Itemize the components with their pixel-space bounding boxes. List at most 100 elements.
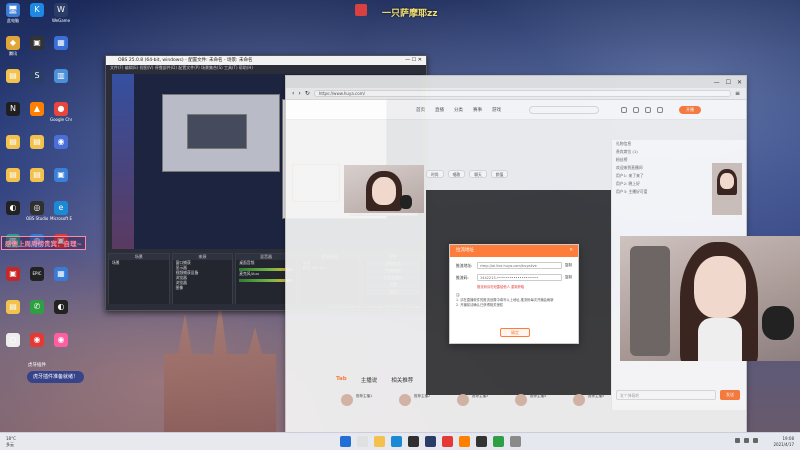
desktop-icon[interactable]: ▣ — [50, 168, 72, 183]
desktop-icon[interactable]: ▥ — [50, 69, 72, 84]
taskbar-app-icon[interactable] — [442, 436, 453, 447]
copy-button[interactable]: 复制 — [565, 275, 572, 280]
recommend-card[interactable]: 推荐主播5 — [573, 394, 621, 416]
close-icon[interactable]: ✕ — [569, 245, 573, 257]
clock[interactable]: 19:08 2021/4/17 — [773, 436, 794, 448]
refresh-icon[interactable]: ↻ — [305, 90, 310, 97]
desktop-icon[interactable]: ○ — [2, 333, 24, 348]
desktop-icon[interactable]: ✆ — [26, 300, 48, 315]
site-nav-item[interactable]: 游戏 — [492, 107, 501, 113]
room-tag[interactable]: 颜值 — [490, 170, 509, 178]
room-tag[interactable]: 聊天 — [469, 170, 487, 178]
app-icon: ▲ — [30, 102, 44, 116]
back-icon[interactable]: ‹ — [292, 90, 294, 97]
recommend-card[interactable]: 推荐主播2 — [399, 394, 447, 416]
desktop-icon[interactable]: ◉ — [50, 135, 72, 150]
taskbar-app-icon[interactable] — [374, 436, 385, 447]
volume-icon[interactable] — [744, 438, 749, 443]
recommend-card[interactable]: 推荐主播4 — [515, 394, 563, 416]
desktop-icon[interactable]: W WeGame — [50, 3, 72, 23]
maximize-icon[interactable]: ☐ — [726, 79, 731, 86]
stream-key-dialog[interactable]: 拉流地址 ✕ 推流地址: rtmp://al.live.huya.com/huya… — [449, 244, 579, 344]
recommend-card[interactable]: 推荐主播1 — [341, 394, 389, 416]
forward-icon[interactable]: › — [298, 90, 300, 97]
weather-widget[interactable]: 18°C 多云 — [6, 436, 16, 448]
desktop-icon[interactable]: N — [2, 102, 24, 117]
desktop-icon[interactable]: S — [26, 69, 48, 84]
desktop-icon-label: OBS Studio — [26, 216, 48, 221]
desktop-icon[interactable]: ▣ — [26, 36, 48, 51]
taskbar-app-icon[interactable] — [391, 436, 402, 447]
desktop-icon[interactable]: ●Google Chrome — [50, 102, 72, 122]
desktop-icon[interactable]: ▤ — [2, 69, 24, 84]
send-button[interactable]: 发送 — [720, 390, 740, 400]
stream-key-field[interactable]: 1442213-•••••••••••••••••••• — [477, 274, 562, 281]
desktop-icon[interactable]: ▤ — [2, 300, 24, 315]
minimize-icon[interactable]: — — [714, 79, 720, 86]
nested-obs — [187, 114, 247, 149]
desktop-icon[interactable]: EPIC — [26, 267, 48, 282]
push-url-field[interactable]: rtmp://al.live.huya.com/huyalive — [477, 262, 562, 269]
site-search[interactable] — [529, 105, 599, 114]
desktop-icon[interactable]: ◐ — [50, 300, 72, 315]
content-tab[interactable]: Tab — [336, 376, 347, 384]
content-tab[interactable]: 相关推荐 — [391, 376, 413, 384]
start-menu-icon[interactable] — [340, 436, 351, 447]
desktop-icon[interactable]: ◉ — [50, 333, 72, 348]
ok-button[interactable]: 确定 — [500, 328, 530, 337]
desktop-icon[interactable]: 🖥 此电脑 — [2, 3, 24, 23]
obs-window-controls[interactable]: — ☐ ✕ — [405, 56, 422, 65]
desktop-icon[interactable]: ▤ — [2, 135, 24, 150]
obs-dock-item[interactable]: 图像 — [173, 285, 233, 290]
site-header: 首页 直播 分类 赛事 游戏 开播 — [286, 100, 746, 120]
message-icon[interactable] — [657, 106, 663, 113]
network-icon[interactable] — [735, 438, 740, 443]
desktop-icon[interactable]: ▦ — [50, 36, 72, 51]
obs-dock-item[interactable]: 场景 — [109, 260, 169, 265]
download-icon[interactable] — [645, 106, 651, 113]
taskbar-app-icon[interactable] — [493, 436, 504, 447]
address-bar[interactable]: https://www.huya.com/ — [313, 90, 731, 97]
taskbar-app-icon[interactable] — [510, 436, 521, 447]
desktop-icon[interactable]: ◉ — [26, 333, 48, 348]
taskbar-app-icon[interactable] — [357, 436, 368, 447]
site-nav-item[interactable]: 首页 — [416, 107, 425, 113]
room-tag[interactable]: 唱歌 — [447, 170, 466, 178]
desktop-icon-label: Google Chrome — [50, 117, 72, 122]
desktop-icon[interactable]: ◆ 腾讯 — [2, 36, 24, 56]
webcam-preview-small — [344, 165, 424, 213]
taskbar-app-icon[interactable] — [476, 436, 487, 447]
desktop-icon[interactable]: ▤ — [2, 168, 24, 183]
site-nav-item[interactable]: 分类 — [454, 107, 463, 113]
recommend-card[interactable]: 推荐主播3 — [457, 394, 505, 416]
close-window-icon[interactable]: ✕ — [737, 79, 742, 86]
desktop-icon[interactable]: ▲ — [26, 102, 48, 117]
content-tab[interactable]: 主播说 — [361, 376, 378, 384]
battery-icon[interactable] — [753, 438, 758, 443]
copy-button[interactable]: 复制 — [565, 263, 572, 268]
app-icon: ◐ — [6, 201, 20, 215]
taskbar-app-icon[interactable] — [425, 436, 436, 447]
avatar — [457, 394, 469, 406]
taskbar-app-icon[interactable] — [408, 436, 419, 447]
chat-input[interactable]: 发个弹幕吧 — [616, 390, 716, 400]
site-nav-item[interactable]: 直播 — [435, 107, 444, 113]
desktop-icon[interactable]: ◎ OBS Studio — [26, 201, 48, 221]
taskbar-app-icon[interactable] — [459, 436, 470, 447]
desktop-icon[interactable]: ▣ — [2, 267, 24, 282]
desktop-icon[interactable]: ▤ — [26, 135, 48, 150]
desktop-icon[interactable]: ◐ — [2, 201, 24, 216]
desktop-icon[interactable]: eMicrosoft Edge — [50, 201, 72, 221]
app-icon: ✆ — [30, 300, 44, 314]
dialog-title: 拉流地址 — [456, 248, 474, 253]
desktop-icon[interactable]: K — [26, 3, 48, 18]
obs-menubar[interactable]: 文件(F) 编辑(E) 视图(V) 停靠部件(D) 配置文件(P) 场景集合(S… — [106, 65, 426, 71]
history-icon[interactable] — [621, 106, 627, 113]
desktop-icon[interactable]: ▦ — [50, 267, 72, 282]
room-tag[interactable]: 时尚 — [426, 170, 444, 178]
menu-icon[interactable]: ≡ — [735, 90, 740, 97]
site-nav-item[interactable]: 赛事 — [473, 107, 482, 113]
desktop-icon[interactable]: ▤ — [26, 168, 48, 183]
subscribe-icon[interactable] — [633, 106, 639, 113]
start-live-button[interactable]: 开播 — [679, 105, 701, 114]
